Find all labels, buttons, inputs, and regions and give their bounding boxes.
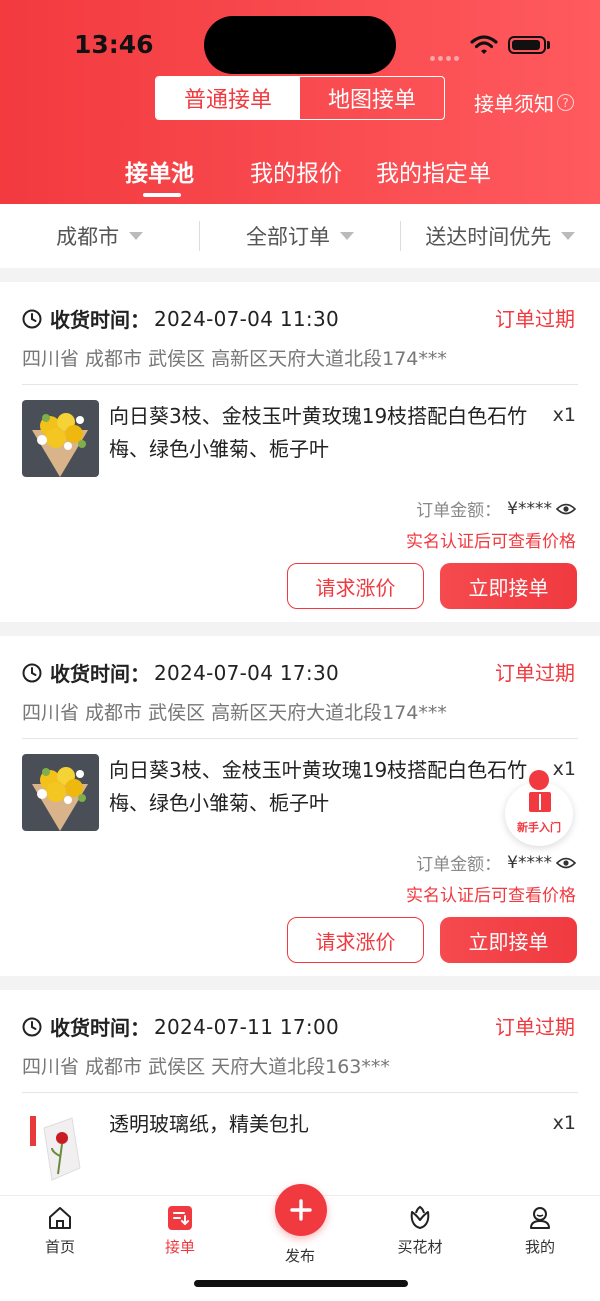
book-icon bbox=[529, 792, 551, 812]
signal-icon bbox=[430, 46, 464, 61]
clock-icon bbox=[22, 663, 42, 682]
product-image[interactable] bbox=[22, 1108, 99, 1185]
eye-icon[interactable] bbox=[556, 856, 576, 870]
header: 13:46 普通接单 地图接单 接单须知 ? 接单池 我的报价 我的指定单 bbox=[0, 0, 600, 204]
active-tab-indicator bbox=[143, 193, 181, 197]
mode-map-button[interactable]: 地图接单 bbox=[300, 77, 444, 119]
delivery-address: 四川省 成都市 武侯区 高新区天府大道北段174*** bbox=[22, 348, 447, 370]
clock-icon bbox=[22, 309, 42, 328]
notice-label: 接单须知 bbox=[474, 92, 554, 116]
verify-hint[interactable]: 实名认证后可查看价格 bbox=[406, 527, 576, 552]
wifi-icon bbox=[470, 35, 498, 54]
accept-order-button[interactable]: 立即接单 bbox=[440, 917, 577, 963]
tabbar-publish[interactable]: 发布 bbox=[260, 1241, 340, 1266]
receive-time-value: 2024-07-04 17:30 bbox=[154, 660, 340, 685]
tabbar-orders[interactable]: 接单 bbox=[140, 1204, 220, 1257]
plus-icon bbox=[290, 1199, 312, 1221]
accept-order-button[interactable]: 立即接单 bbox=[440, 563, 577, 609]
tabbar-home[interactable]: 首页 bbox=[20, 1204, 100, 1257]
order-card: 收货时间： 2024-07-04 11:30 订单过期 四川省 成都市 武侯区 … bbox=[0, 282, 600, 622]
delivery-address: 四川省 成都市 武侯区 高新区天府大道北段174*** bbox=[22, 702, 447, 724]
product-name: 向日葵3枝、金枝玉叶黄玫瑰19枝搭配白色石竹梅、绿色小雏菊、栀子叶 bbox=[109, 758, 528, 815]
product-name: 透明玻璃纸，精美包扎 bbox=[109, 1112, 309, 1136]
divider bbox=[22, 384, 578, 385]
verify-hint[interactable]: 实名认证后可查看价格 bbox=[406, 881, 576, 906]
product-name: 向日葵3枝、金枝玉叶黄玫瑰19枝搭配白色石竹梅、绿色小雏菊、栀子叶 bbox=[109, 404, 528, 461]
orders-icon bbox=[168, 1206, 192, 1230]
request-raise-button[interactable]: 请求涨价 bbox=[287, 563, 424, 609]
product-image[interactable] bbox=[22, 400, 99, 477]
receive-time-label: 收货时间： bbox=[50, 662, 150, 686]
order-amount: 订单金额： ¥**** bbox=[416, 850, 576, 875]
filter-order-type[interactable]: 全部订单 bbox=[200, 221, 399, 251]
dynamic-island bbox=[204, 16, 396, 74]
tab-order-pool[interactable]: 接单池 bbox=[125, 154, 194, 188]
mode-normal-button[interactable]: 普通接单 bbox=[156, 77, 300, 119]
filter-bar: 成都市 全部订单 送达时间优先 bbox=[0, 204, 600, 268]
flower-icon bbox=[410, 1205, 430, 1229]
eye-icon[interactable] bbox=[556, 502, 576, 516]
publish-button[interactable] bbox=[275, 1184, 327, 1236]
caret-down-icon bbox=[339, 232, 354, 240]
order-status: 订单过期 bbox=[495, 307, 575, 331]
order-amount: 订单金额： ¥**** bbox=[416, 496, 576, 521]
caret-down-icon bbox=[561, 232, 576, 240]
product-quantity: x1 bbox=[552, 1112, 576, 1134]
order-status: 订单过期 bbox=[495, 1015, 575, 1039]
receive-time-value: 2024-07-04 11:30 bbox=[154, 306, 340, 331]
divider bbox=[22, 738, 578, 739]
mode-toggle: 普通接单 地图接单 bbox=[155, 76, 445, 120]
receive-time-value: 2024-07-11 17:00 bbox=[154, 1014, 340, 1039]
product-image[interactable] bbox=[22, 754, 99, 831]
tab-my-quotes[interactable]: 我的报价 bbox=[250, 154, 342, 188]
product-quantity: x1 bbox=[552, 404, 576, 426]
request-raise-button[interactable]: 请求涨价 bbox=[287, 917, 424, 963]
tabbar-profile[interactable]: 我的 bbox=[500, 1204, 580, 1257]
filter-sort[interactable]: 送达时间优先 bbox=[401, 221, 600, 251]
filter-city[interactable]: 成都市 bbox=[0, 221, 199, 251]
caret-down-icon bbox=[129, 232, 144, 240]
receive-time-label: 收货时间： bbox=[50, 308, 150, 332]
home-icon bbox=[49, 1207, 71, 1229]
tabbar-buy-flowers[interactable]: 买花材 bbox=[380, 1204, 460, 1257]
question-circle-icon: ? bbox=[557, 94, 574, 111]
tab-my-assigned[interactable]: 我的指定单 bbox=[376, 154, 491, 188]
newbie-guide-button[interactable]: 新手入门 bbox=[505, 770, 573, 846]
receive-time-label: 收货时间： bbox=[50, 1016, 150, 1040]
newbie-guide-label: 新手入门 bbox=[517, 821, 561, 834]
order-card: 收货时间： 2024-07-11 17:00 订单过期 四川省 成都市 武侯区 … bbox=[0, 990, 600, 1200]
status-time: 13:46 bbox=[74, 30, 154, 59]
clock-icon bbox=[22, 1017, 42, 1036]
order-notice-link[interactable]: 接单须知 ? bbox=[474, 88, 574, 117]
delivery-address: 四川省 成都市 武侯区 天府大道北段163*** bbox=[22, 1056, 390, 1078]
battery-icon bbox=[508, 36, 546, 54]
home-indicator bbox=[194, 1280, 408, 1287]
order-status: 订单过期 bbox=[495, 661, 575, 685]
divider bbox=[22, 1092, 578, 1093]
profile-icon bbox=[530, 1207, 550, 1229]
